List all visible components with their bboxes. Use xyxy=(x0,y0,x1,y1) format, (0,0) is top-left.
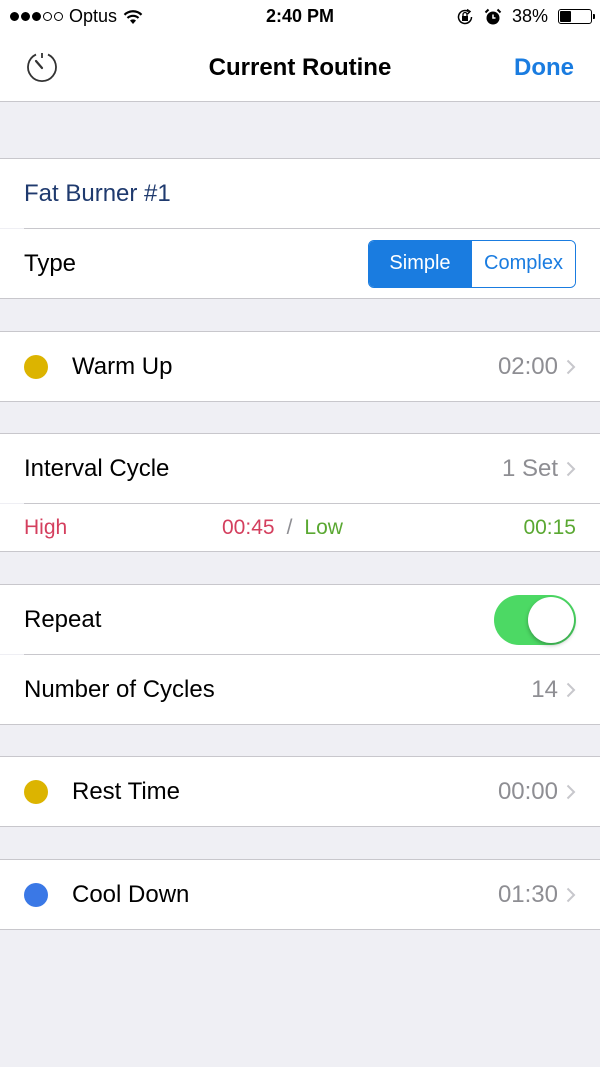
repeat-label: Repeat xyxy=(24,605,102,633)
number-of-cycles-row[interactable]: Number of Cycles 14 xyxy=(0,655,600,725)
type-label: Type xyxy=(24,249,77,277)
type-segmented-control[interactable]: Simple Complex xyxy=(368,239,576,288)
routine-name-text: Fat Burner #1 xyxy=(24,179,171,207)
status-bar: Optus 2:40 PM 38% xyxy=(0,0,600,34)
repeat-row: Repeat xyxy=(0,584,600,654)
alarm-icon xyxy=(484,8,502,24)
number-of-cycles-value: 14 xyxy=(531,675,558,703)
high-label: High xyxy=(24,515,68,539)
routine-name-field[interactable]: Fat Burner #1 xyxy=(0,158,600,228)
chevron-right-icon xyxy=(566,887,576,902)
interval-divider: / xyxy=(286,515,293,539)
battery-percent: 38% xyxy=(511,6,548,26)
status-right: 38% xyxy=(456,6,595,27)
warm-up-label: Warm Up xyxy=(72,352,173,380)
chevron-right-icon xyxy=(566,461,576,476)
segment-simple[interactable]: Simple xyxy=(369,240,471,287)
chevron-right-icon xyxy=(566,682,576,697)
number-of-cycles-label: Number of Cycles xyxy=(24,675,215,703)
rest-time-label: Rest Time xyxy=(72,777,181,805)
rotation-lock-icon xyxy=(457,8,473,24)
navigation-bar: Current Routine Done xyxy=(0,34,600,102)
chevron-right-icon xyxy=(566,784,576,799)
battery-icon xyxy=(558,9,595,24)
warm-up-color-dot xyxy=(24,354,48,379)
done-button[interactable]: Done xyxy=(514,54,574,82)
high-value: 00:45 xyxy=(222,515,275,539)
type-row: Type Simple Complex xyxy=(0,229,600,299)
cool-down-row[interactable]: Cool Down 01:30 xyxy=(0,859,600,930)
warm-up-row[interactable]: Warm Up 02:00 xyxy=(0,331,600,402)
rest-time-row[interactable]: Rest Time 00:00 xyxy=(0,756,600,827)
interval-cycle-label: Interval Cycle xyxy=(24,454,170,482)
rest-time-color-dot xyxy=(24,779,48,804)
page-title: Current Routine xyxy=(208,54,392,81)
low-label: Low xyxy=(304,515,343,539)
warm-up-value: 02:00 xyxy=(497,352,558,380)
chevron-right-icon xyxy=(566,359,576,374)
interval-cycle-row[interactable]: Interval Cycle 1 Set xyxy=(0,433,600,503)
cool-down-value: 01:30 xyxy=(497,880,558,908)
segment-complex[interactable]: Complex xyxy=(471,240,575,287)
interval-cycle-value: 1 Set xyxy=(501,454,558,482)
low-value: 00:15 xyxy=(523,515,576,539)
toggle-knob xyxy=(528,596,574,643)
cool-down-color-dot xyxy=(24,882,48,907)
repeat-toggle[interactable] xyxy=(494,594,576,645)
cool-down-label: Cool Down xyxy=(72,880,190,908)
rest-time-value: 00:00 xyxy=(497,777,558,805)
high-low-row: High 00:45 / Low 00:15 xyxy=(0,504,600,552)
